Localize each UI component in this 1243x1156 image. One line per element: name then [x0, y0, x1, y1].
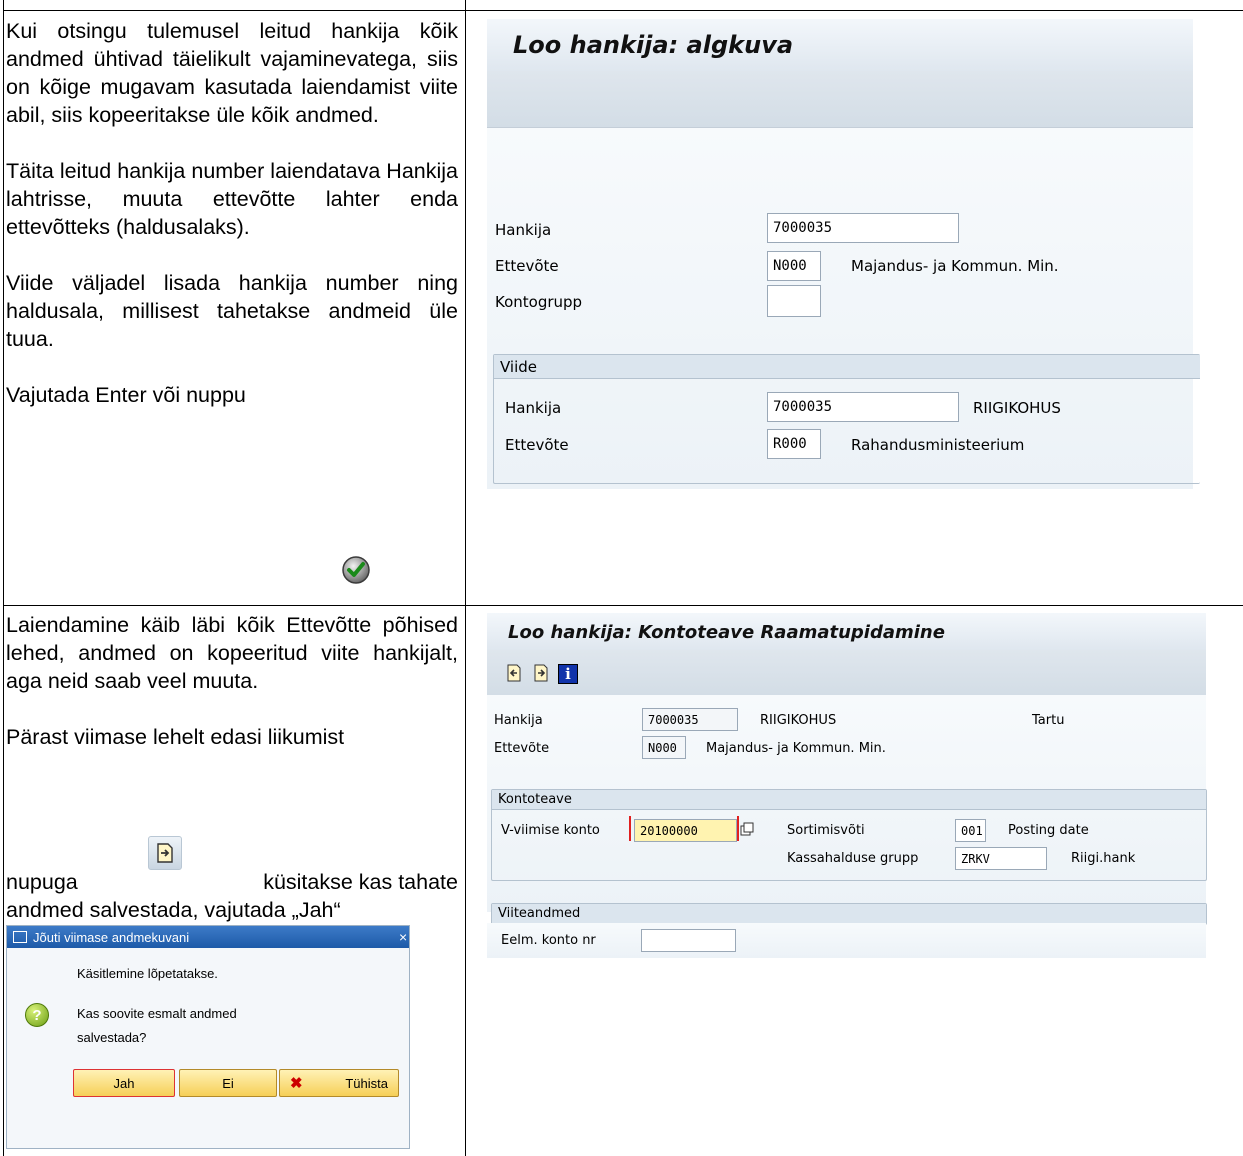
viide-ettevote-input[interactable]: R000 [767, 429, 821, 459]
sap-screen-kontoteave: Loo hankija: Kontoteave Raamatupidamine … [487, 613, 1207, 925]
dialog-line-1: Käsitlemine lõpetatakse. [77, 966, 218, 981]
v-konto-focus-frame [629, 816, 739, 841]
sap2-ettevote-label: Ettevõte [494, 741, 550, 756]
question-icon: ? [25, 1003, 49, 1027]
kassahalduse-description: Riigi.hank [1071, 851, 1136, 866]
hankija-input[interactable]: 7000035 [767, 213, 959, 243]
kontogrupp-input[interactable] [767, 285, 821, 317]
sap2-ettevote-input[interactable]: N000 [642, 736, 686, 759]
info-icon[interactable]: i [558, 664, 578, 684]
viide-ettevote-label: Ettevõte [505, 436, 569, 454]
dialog-question-2: salvestada? [77, 1030, 147, 1045]
eelm-konto-label: Eelm. konto nr [501, 933, 596, 948]
row1-paragraph-2: Täita leitud hankija number laiendatava … [6, 159, 458, 239]
hankija-label: Hankija [495, 221, 552, 239]
cancel-button-label: Tühista [345, 1075, 388, 1091]
table-row-divider [3, 605, 1243, 606]
kassahalduse-label: Kassahalduse grupp [787, 851, 919, 866]
sap2-hankija-city: Tartu [1032, 713, 1065, 728]
sortimisvoti-input[interactable]: 001 [955, 819, 986, 842]
eelm-konto-input[interactable] [641, 929, 736, 952]
v-konto-label: V-viimise konto [501, 823, 600, 838]
row2-paragraph-1: Laiendamine käib läbi kõik Ettevõtte põh… [6, 613, 458, 693]
sap2-hankija-input[interactable]: 7000035 [642, 708, 738, 731]
sap-screen-initial: Loo hankija: algkuva Hankija 7000035 Ett… [487, 19, 1200, 489]
viide-hankija-description: RIIGIKOHUS [973, 399, 1061, 417]
viiteandmed-group-header: Viiteandmed [492, 904, 1206, 924]
row1-paragraph-4: Vajutada Enter või nuppu [6, 381, 458, 409]
next-screen-icon [148, 836, 182, 870]
row2-paragraph-2-nupuga: nupuga [6, 870, 78, 894]
row1-paragraph-4-text: Vajutada Enter või nuppu [6, 383, 246, 407]
viide-hankija-input[interactable]: 7000035 [767, 392, 959, 422]
cancel-x-icon: ✖ [290, 1075, 303, 1092]
table-left-border [3, 0, 4, 1156]
sap2-title-bar: Loo hankija: Kontoteave Raamatupidamine [487, 613, 1206, 650]
check-icon [338, 552, 374, 588]
viiteandmed-group: Viiteandmed [491, 903, 1207, 925]
sap2-screen-title: Loo hankija: Kontoteave Raamatupidamine [508, 622, 945, 643]
row2-paragraph-2-kusitakse: küsitakse kas tahate [263, 870, 458, 894]
row2-paragraph-2-line2: nupuga küsitakse kas tahate andmed salve… [6, 868, 458, 924]
ettevote-description: Majandus- ja Kommun. Min. [851, 257, 1059, 275]
sap2-hankija-name: RIIGIKOHUS [760, 713, 837, 728]
sortimisvoti-label: Sortimisvõti [787, 823, 865, 838]
viide-group-header: Viide [494, 355, 1200, 379]
sap-toolbar-area [487, 71, 1193, 128]
kontoteave-group-header: Kontoteave [492, 790, 1206, 810]
sap2-ettevote-description: Majandus- ja Kommun. Min. [706, 741, 886, 756]
sap2-hankija-label: Hankija [494, 713, 543, 728]
row2-instructions: Laiendamine käib läbi kõik Ettevõtte põh… [6, 611, 458, 751]
sap2-viiteandmed-body: Eelm. konto nr [487, 923, 1206, 958]
viide-hankija-label: Hankija [505, 399, 562, 417]
row2-paragraph-2-line3: andmed salvestada, vajutada „Jah“ [6, 898, 341, 922]
prev-screen-icon[interactable] [505, 664, 523, 682]
dialog-title: Jõuti viimase andmekuvani [33, 929, 190, 945]
next-screen-toolbar-icon[interactable] [532, 664, 550, 682]
row2-paragraph-2-line1: Pärast viimase lehelt edasi liikumist [6, 725, 345, 749]
yes-button[interactable]: Jah [73, 1069, 175, 1097]
dialog-close-icon[interactable]: × [399, 926, 413, 948]
ettevote-label: Ettevõte [495, 257, 559, 275]
dialog-window-icon [13, 931, 27, 943]
kassahalduse-input[interactable]: ZRKV [955, 847, 1047, 870]
row1-instructions: Kui otsingu tulemusel leitud hankija kõi… [6, 17, 458, 409]
cancel-button[interactable]: ✖ Tühista [279, 1069, 399, 1097]
sortimisvoti-description: Posting date [1008, 823, 1089, 838]
sap2-toolbar: i [487, 650, 1206, 696]
table-top-border [3, 10, 1243, 11]
save-dialog: Jõuti viimase andmekuvani × Käsitlemine … [6, 925, 410, 1149]
search-help-icon[interactable] [740, 821, 754, 836]
sap-title-bar: Loo hankija: algkuva [487, 19, 1193, 71]
ettevote-input[interactable]: N000 [767, 251, 821, 281]
sap-screen-title: Loo hankija: algkuva [513, 31, 794, 59]
kontogrupp-label: Kontogrupp [495, 293, 583, 311]
table-middle-border [465, 0, 466, 1156]
dialog-question-1: Kas soovite esmalt andmed [77, 1006, 237, 1021]
row1-paragraph-3: Viide väljadel lisada hankija number nin… [6, 271, 458, 351]
no-button[interactable]: Ei [179, 1069, 277, 1097]
viide-ettevote-description: Rahandusministeerium [851, 436, 1025, 454]
dialog-title-bar: Jõuti viimase andmekuvani [7, 926, 409, 948]
row1-paragraph-1: Kui otsingu tulemusel leitud hankija kõi… [6, 19, 458, 127]
